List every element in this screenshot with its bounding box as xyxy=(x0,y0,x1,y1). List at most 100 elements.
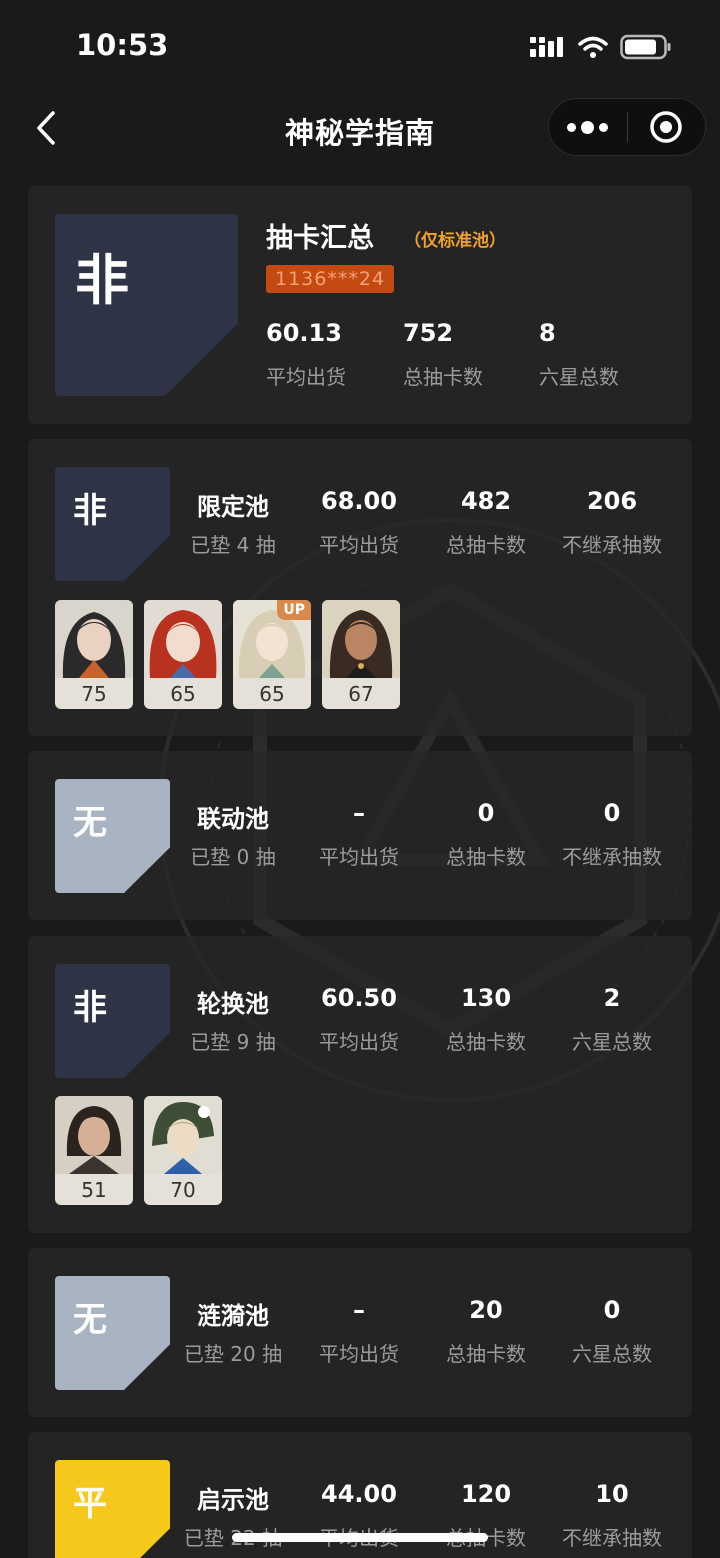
stat-label: 不继承抽数 xyxy=(562,845,662,869)
battery-icon xyxy=(620,34,671,60)
more-button[interactable] xyxy=(549,99,627,155)
pool-name: 限定池 已垫 4 抽 xyxy=(168,487,298,558)
pool-stat-avg: 68.00 平均出货 xyxy=(294,487,424,558)
character-pulls: 51 xyxy=(81,1178,107,1202)
more-dots-icon-center xyxy=(581,120,595,134)
pool-stat-avg: 60.50 平均出货 xyxy=(294,984,424,1055)
pool-pity: 已垫 20 抽 xyxy=(183,1342,283,1366)
up-badge: UP xyxy=(277,600,311,620)
stat-value: 130 xyxy=(460,984,512,1012)
six-star-list: 51 70 xyxy=(55,1096,222,1205)
stat-label: 平均出货 xyxy=(319,1030,399,1054)
stat-value: 20 xyxy=(469,1296,503,1324)
pool-card-ripple[interactable]: 无 涟漪池 已垫 20 抽 – 平均出货 20 总抽卡数 0 六星总数 xyxy=(28,1248,692,1417)
pool-name-text: 轮换池 xyxy=(197,990,269,1018)
status-bar: 10:53 xyxy=(0,0,720,96)
wifi-icon xyxy=(578,36,608,58)
stat-label: 平均出货 xyxy=(319,533,399,557)
stat-label: 六星总数 xyxy=(572,1030,652,1054)
pool-name-text: 限定池 xyxy=(197,493,269,521)
status-icons xyxy=(530,34,672,60)
pool-pity: 已垫 9 抽 xyxy=(190,1030,276,1054)
character-portrait-icon xyxy=(55,600,133,678)
stat-label: 六星总数 xyxy=(572,1342,652,1366)
pool-name: 涟漪池 已垫 20 抽 xyxy=(168,1296,298,1367)
pool-pity: 已垫 4 抽 xyxy=(190,533,276,557)
pool-stat-avg: – 平均出货 xyxy=(294,799,424,870)
summary-stat-total: 752 总抽卡数 xyxy=(403,319,483,390)
character-card[interactable]: 51 xyxy=(55,1096,133,1205)
six-star-list: 75 65 UP 65 67 xyxy=(55,600,400,709)
character-portrait-icon xyxy=(144,1096,222,1174)
target-close-icon xyxy=(650,111,682,143)
pool-stat-total: 130 总抽卡数 xyxy=(421,984,551,1055)
stat-label: 六星总数 xyxy=(539,365,619,389)
character-card[interactable]: 65 xyxy=(144,600,222,709)
pool-rank-badge: 非 xyxy=(55,964,170,1078)
character-portrait-icon xyxy=(144,600,222,678)
pool-name-text: 启示池 xyxy=(197,1486,269,1514)
stat-value: 44.00 xyxy=(321,1480,397,1508)
pool-rank-badge: 平 xyxy=(55,1460,170,1558)
character-card[interactable]: 75 xyxy=(55,600,133,709)
stat-label: 总抽卡数 xyxy=(446,1342,526,1366)
stat-value: 0 xyxy=(477,799,495,827)
stat-value: 60.50 xyxy=(321,984,397,1012)
stat-value: 8 xyxy=(539,319,556,347)
character-pulls: 67 xyxy=(348,682,374,706)
stat-value: 0 xyxy=(603,1296,621,1324)
character-card[interactable]: UP 65 xyxy=(233,600,311,709)
pool-stat-extra: 0 不继承抽数 xyxy=(547,799,677,870)
summary-stat-six-star: 8 六星总数 xyxy=(539,319,619,390)
stat-value: 10 xyxy=(595,1480,629,1508)
pool-name: 联动池 已垫 0 抽 xyxy=(168,799,298,870)
pool-card-collab[interactable]: 无 联动池 已垫 0 抽 – 平均出货 0 总抽卡数 0 不继承抽数 xyxy=(28,751,692,920)
summary-rank-text: 非 xyxy=(75,249,129,312)
status-time: 10:53 xyxy=(76,28,169,62)
stat-label: 总抽卡数 xyxy=(446,533,526,557)
pool-rank-text: 平 xyxy=(73,1484,107,1524)
stat-value: 482 xyxy=(460,487,512,515)
summary-card: 非 抽卡汇总 （仅标准池） 1136***24 60.13 平均出货 752 总… xyxy=(28,186,692,424)
character-card[interactable]: 70 xyxy=(144,1096,222,1205)
pool-rank-text: 非 xyxy=(73,988,107,1028)
stat-value: – xyxy=(353,799,365,827)
stat-value: – xyxy=(353,1296,365,1324)
signal-icon xyxy=(530,37,563,57)
pool-rank-text: 无 xyxy=(73,803,107,843)
close-button[interactable] xyxy=(628,99,706,155)
pool-name-text: 涟漪池 xyxy=(197,1302,269,1330)
character-pulls: 65 xyxy=(170,682,196,706)
pool-pity: 已垫 0 抽 xyxy=(190,845,276,869)
pool-rank-badge: 无 xyxy=(55,779,170,893)
pool-name-text: 联动池 xyxy=(197,805,269,833)
pool-stat-total: 0 总抽卡数 xyxy=(421,799,551,870)
pool-stat-extra: 206 不继承抽数 xyxy=(547,487,677,558)
mini-program-capsule xyxy=(548,98,706,156)
more-dots-icon xyxy=(567,122,577,132)
stat-label: 不继承抽数 xyxy=(562,533,662,557)
pool-stat-avg: – 平均出货 xyxy=(294,1296,424,1367)
uid-tag: 1136***24 xyxy=(266,265,395,293)
pool-stat-total: 482 总抽卡数 xyxy=(421,487,551,558)
pool-stat-extra: 0 六星总数 xyxy=(547,1296,677,1367)
stat-label: 总抽卡数 xyxy=(446,1030,526,1054)
pool-rank-text: 非 xyxy=(73,491,107,531)
pool-card-rotation[interactable]: 非 轮换池 已垫 9 抽 60.50 平均出货 130 总抽卡数 2 六星总数 … xyxy=(28,936,692,1233)
pool-stat-extra: 2 六星总数 xyxy=(547,984,677,1055)
stat-label: 平均出货 xyxy=(319,1342,399,1366)
pool-rank-badge: 非 xyxy=(55,467,170,581)
stat-value: 206 xyxy=(586,487,638,515)
pool-stat-total: 20 总抽卡数 xyxy=(421,1296,551,1367)
pool-card-limited[interactable]: 非 限定池 已垫 4 抽 68.00 平均出货 482 总抽卡数 206 不继承… xyxy=(28,439,692,736)
character-card[interactable]: 67 xyxy=(322,600,400,709)
stat-label: 总抽卡数 xyxy=(446,845,526,869)
stat-value: 68.00 xyxy=(321,487,397,515)
home-indicator[interactable] xyxy=(232,1533,488,1542)
stat-label: 平均出货 xyxy=(319,845,399,869)
summary-stat-avg: 60.13 平均出货 xyxy=(266,319,346,390)
summary-note: （仅标准池） xyxy=(404,231,506,251)
pool-stat-extra: 10 不继承抽数 xyxy=(547,1480,677,1551)
character-portrait-icon xyxy=(55,1096,133,1174)
character-pulls: 65 xyxy=(259,682,285,706)
